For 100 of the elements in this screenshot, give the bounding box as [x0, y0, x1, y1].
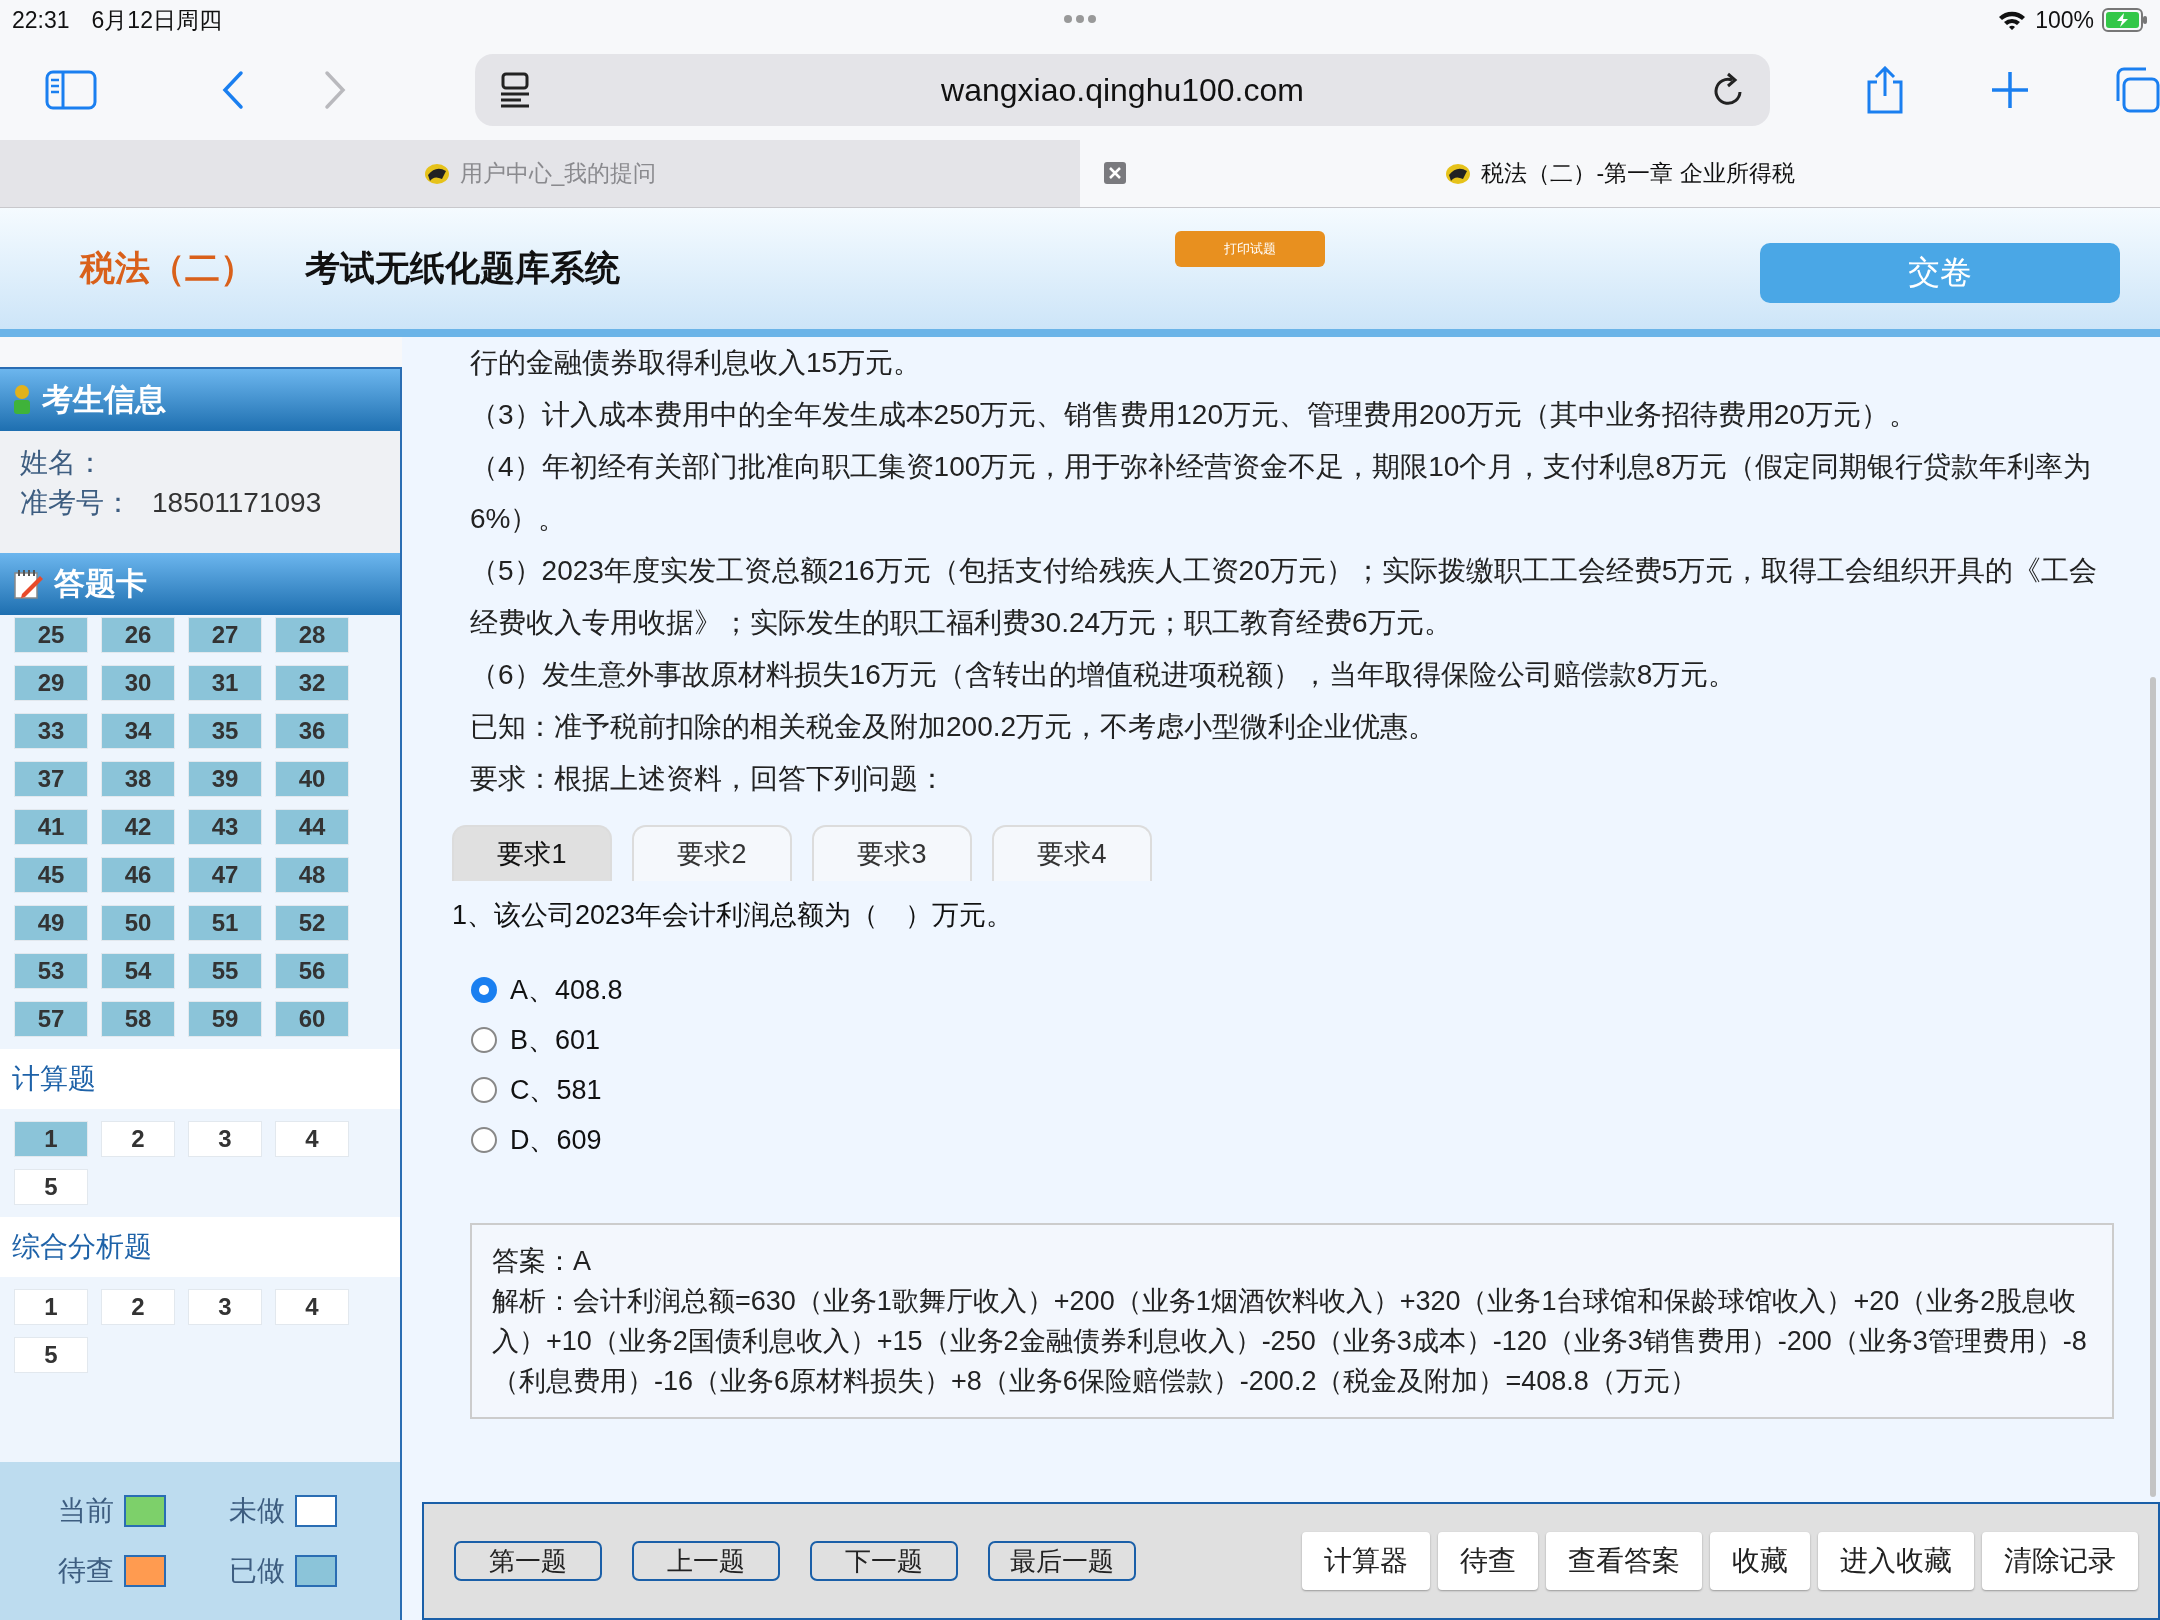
option-label: A、408.8 — [510, 974, 623, 1007]
question-number[interactable]: 25 — [14, 617, 88, 653]
question-number[interactable]: 30 — [101, 665, 175, 701]
question-number[interactable]: 60 — [275, 1001, 349, 1037]
legend-label: 待查 — [58, 1554, 114, 1588]
status-time: 22:31 — [12, 6, 70, 34]
question-number[interactable]: 45 — [14, 857, 88, 893]
address-bar[interactable]: wangxiao.qinghu100.com — [475, 54, 1770, 126]
question-number[interactable]: 37 — [14, 761, 88, 797]
requirement-tab[interactable]: 要求4 — [992, 825, 1152, 881]
question-number[interactable]: 2 — [101, 1121, 175, 1157]
question-number[interactable]: 35 — [188, 713, 262, 749]
question-number[interactable]: 43 — [188, 809, 262, 845]
tool-button[interactable]: 进入收藏 — [1818, 1532, 1974, 1590]
question-number[interactable]: 40 — [275, 761, 349, 797]
passage-paragraph: （5）2023年度实发工资总额216万元（包括支付给残疾人工资20万元）；实际拨缴职工工会经费5万元，取得工会组织开具的《工会经费收入专用收据》；实际发生的职工福利费30.24万元；职工教育经费6万元。 — [470, 554, 2099, 640]
subject-title: 税法（二） — [80, 247, 255, 289]
question-number[interactable]: 26 — [101, 617, 175, 653]
tool-button[interactable]: 查看答案 — [1546, 1532, 1702, 1590]
legend-label: 当前 — [58, 1494, 114, 1528]
status-date: 6月12日周四 — [91, 5, 222, 35]
question-number[interactable]: 1 — [14, 1121, 88, 1157]
radio-button[interactable] — [470, 1126, 498, 1154]
panel-title: 考生信息 — [42, 381, 166, 419]
person-icon — [12, 384, 32, 416]
scrollbar[interactable] — [2150, 677, 2156, 1497]
close-icon[interactable] — [1104, 162, 1126, 184]
back-icon[interactable] — [221, 70, 245, 110]
question-number[interactable]: 27 — [188, 617, 262, 653]
question-number[interactable]: 56 — [275, 953, 349, 989]
field-label: 姓名： — [20, 446, 104, 480]
question-number[interactable]: 4 — [275, 1289, 349, 1325]
question-number[interactable]: 3 — [188, 1289, 262, 1325]
option-label: D、609 — [510, 1124, 602, 1157]
navigation-button[interactable]: 下一题 — [810, 1541, 958, 1581]
radio-button[interactable] — [470, 1026, 498, 1054]
question-number[interactable]: 41 — [14, 809, 88, 845]
question-number[interactable]: 29 — [14, 665, 88, 701]
question-number[interactable]: 28 — [275, 617, 349, 653]
question-number[interactable]: 32 — [275, 665, 349, 701]
passage-paragraph: （3）计入成本费用中的全年发生成本250万元、销售费用120万元、管理费用200万元（其中业务招待费用20万元）。 — [470, 398, 1918, 432]
question-number[interactable]: 59 — [188, 1001, 262, 1037]
requirement-tab[interactable]: 要求2 — [632, 825, 792, 881]
option-label: B、601 — [510, 1024, 601, 1057]
navigation-button[interactable]: 上一题 — [632, 1541, 780, 1581]
tool-button[interactable]: 待查 — [1438, 1532, 1538, 1590]
url-text: wangxiao.qinghu100.com — [940, 71, 1305, 109]
legend-label: 未做 — [229, 1494, 285, 1528]
plus-icon[interactable] — [1990, 70, 2030, 110]
requirement-tab[interactable]: 要求3 — [812, 825, 972, 881]
question-number[interactable]: 42 — [101, 809, 175, 845]
question-number[interactable]: 3 — [188, 1121, 262, 1157]
battery-icon — [2102, 8, 2148, 32]
question-number[interactable]: 55 — [188, 953, 262, 989]
sidebar-toggle-icon[interactable] — [45, 70, 97, 110]
more-dots-icon[interactable] — [1063, 14, 1097, 24]
question-number[interactable]: 38 — [101, 761, 175, 797]
tool-button[interactable]: 清除记录 — [1982, 1532, 2138, 1590]
question-number[interactable]: 4 — [275, 1121, 349, 1157]
section-title: 综合分析题 — [0, 1217, 400, 1277]
question-number[interactable]: 33 — [14, 713, 88, 749]
legend-label: 已做 — [229, 1554, 285, 1588]
share-icon[interactable] — [1865, 66, 1905, 114]
question-number[interactable]: 58 — [101, 1001, 175, 1037]
question-number[interactable]: 49 — [14, 905, 88, 941]
question-number[interactable]: 57 — [14, 1001, 88, 1037]
option-label: C、581 — [510, 1074, 602, 1107]
answer-text: 答案：A — [492, 1245, 592, 1278]
radio-button[interactable] — [470, 976, 498, 1004]
question-text: 1、该公司2023年会计利润总额为（ ）万元。 — [452, 899, 1015, 932]
tool-button[interactable]: 收藏 — [1710, 1532, 1810, 1590]
question-number[interactable]: 53 — [14, 953, 88, 989]
question-number[interactable]: 2 — [101, 1289, 175, 1325]
tool-button[interactable]: 计算器 — [1302, 1532, 1430, 1590]
battery-percent: 100% — [2035, 6, 2094, 34]
passage-paragraph: 行的金融债券取得利息收入15万元。 — [470, 346, 923, 380]
navigation-button[interactable]: 第一题 — [454, 1541, 602, 1581]
question-number[interactable]: 54 — [101, 953, 175, 989]
question-number[interactable]: 5 — [14, 1169, 88, 1205]
question-number[interactable]: 5 — [14, 1337, 88, 1373]
question-number[interactable]: 51 — [188, 905, 262, 941]
question-number[interactable]: 31 — [188, 665, 262, 701]
question-number[interactable]: 47 — [188, 857, 262, 893]
question-number[interactable]: 48 — [275, 857, 349, 893]
navigation-button[interactable]: 最后一题 — [988, 1541, 1136, 1581]
question-number[interactable]: 50 — [101, 905, 175, 941]
question-number[interactable]: 44 — [275, 809, 349, 845]
question-number[interactable]: 39 — [188, 761, 262, 797]
question-number[interactable]: 46 — [101, 857, 175, 893]
section-title: 计算题 — [0, 1049, 400, 1109]
question-number[interactable]: 36 — [275, 713, 349, 749]
question-number[interactable]: 52 — [275, 905, 349, 941]
question-number[interactable]: 1 — [14, 1289, 88, 1325]
wifi-icon — [1997, 9, 2028, 31]
requirement-tab[interactable]: 要求1 — [452, 825, 612, 881]
question-number[interactable]: 34 — [101, 713, 175, 749]
panel-title: 答题卡 — [54, 565, 147, 603]
system-title: 考试无纸化题库系统 — [305, 247, 620, 289]
notepad-icon — [12, 568, 44, 600]
radio-button[interactable] — [470, 1076, 498, 1104]
